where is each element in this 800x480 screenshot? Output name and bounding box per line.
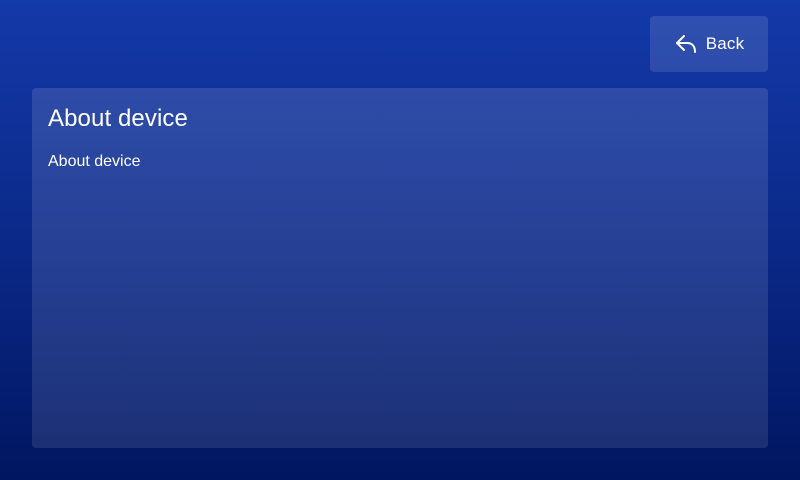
panel-body-text: About device xyxy=(48,153,141,170)
back-button-label: Back xyxy=(705,34,745,53)
back-button[interactable]: Back xyxy=(650,16,768,72)
page-title: About device xyxy=(48,105,188,132)
about-device-panel: About device About device xyxy=(32,88,768,448)
reply-arrow-icon xyxy=(674,32,698,56)
